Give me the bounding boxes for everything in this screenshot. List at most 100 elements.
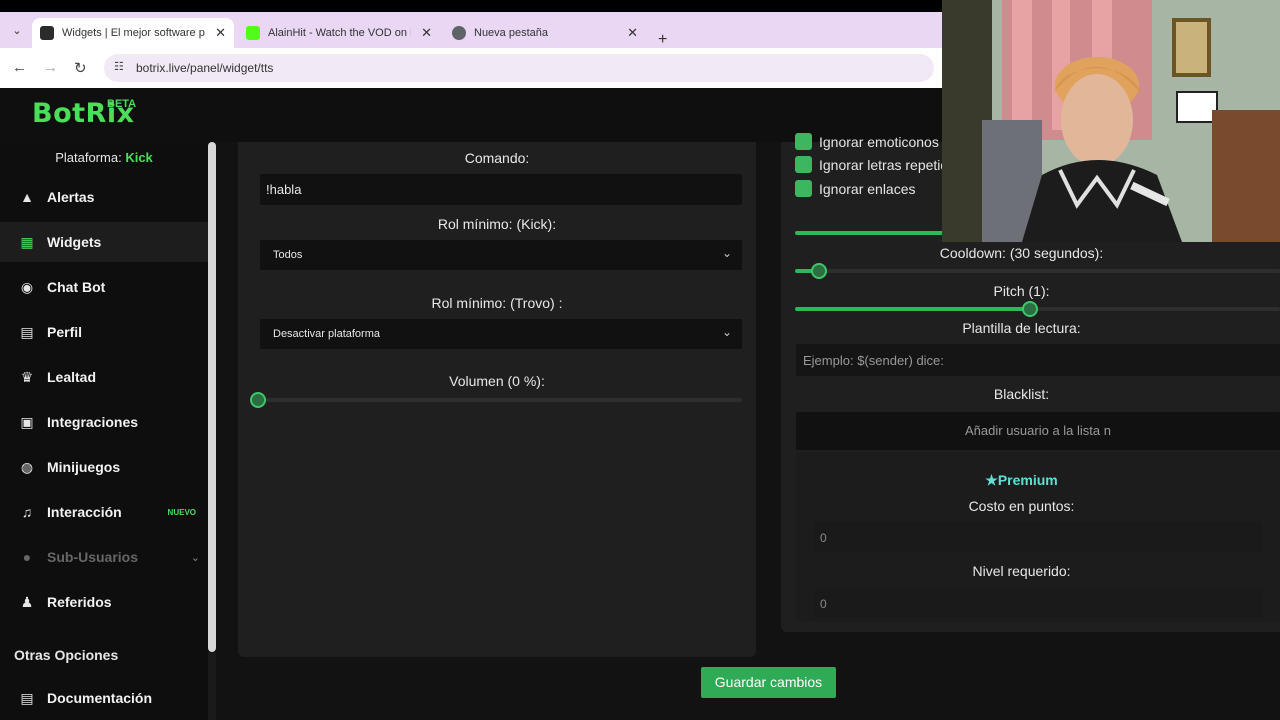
sidebar-scrollbar[interactable] [208, 142, 216, 652]
ignore-emotes-label: Ignorar emoticonos [819, 134, 939, 150]
url-text[interactable]: botrix.live/panel/widget/tts [136, 61, 273, 75]
close-tab-icon[interactable]: ✕ [421, 25, 432, 41]
sidebar-item-integraciones[interactable]: ▣ Integraciones [0, 402, 208, 442]
users-icon: ♟ [20, 593, 34, 610]
sidebar-item-documentacion[interactable]: ▤ Documentación [0, 678, 208, 718]
sidebar-item-label: Sub-Usuarios [47, 549, 139, 565]
robot-icon: ◉ [20, 278, 34, 295]
sidebar-item-label: Lealtad [47, 369, 97, 385]
document-icon: ▤ [20, 689, 34, 706]
save-changes-button[interactable]: Guardar cambios [701, 667, 836, 698]
role-kick-select[interactable]: Todos ⌄ [260, 240, 742, 270]
template-input[interactable]: Ejemplo: $(sender) dice: [796, 344, 1280, 376]
address-bar[interactable]: ☷ botrix.live/panel/widget/tts [104, 54, 934, 82]
section-title-otras-opciones: Otras Opciones [14, 647, 119, 663]
sidebar-item-minijuegos[interactable]: ◍ Minijuegos [0, 447, 208, 487]
volume-slider-track[interactable] [260, 398, 742, 402]
new-tab-button[interactable]: + [658, 31, 667, 49]
command-input[interactable]: !habla [260, 174, 742, 205]
chevron-down-icon: ⌄ [721, 325, 732, 339]
close-tab-icon[interactable]: ✕ [627, 25, 638, 41]
profile-card-icon: ▤ [20, 323, 34, 340]
role-trovo-label: Rol mínimo: (Trovo) : [431, 295, 563, 311]
sidebar-item-label: Interacción [47, 504, 122, 520]
cooldown-slider-thumb[interactable] [811, 263, 827, 279]
platform-label: Plataforma: [55, 150, 122, 165]
sidebar-item-referidos[interactable]: ♟ Referidos [0, 582, 208, 622]
site-info-icon[interactable]: ☷ [114, 60, 124, 73]
integrations-icon: ▣ [20, 413, 34, 430]
webcam-overlay [942, 0, 1280, 242]
sidebar-item-interaccion[interactable]: ♫ Interacción NUEVO [0, 492, 208, 532]
command-value: !habla [266, 182, 302, 197]
cooldown-slider-track[interactable] [795, 269, 1280, 273]
botrix-favicon-icon [40, 26, 54, 40]
reload-icon[interactable]: ↻ [74, 59, 87, 77]
sidebar: Plataforma: Kick ▲ Alertas ▦ Widgets ◉ C… [0, 142, 216, 720]
sidebar-item-lealtad[interactable]: ♛ Lealtad [0, 357, 208, 397]
ignore-emotes-checkbox[interactable] [795, 133, 812, 150]
template-label: Plantilla de lectura: [962, 320, 1081, 336]
chevron-down-icon: ⌄ [721, 246, 732, 260]
cost-input[interactable]: 0 [814, 522, 1262, 552]
level-input[interactable]: 0 [814, 588, 1262, 618]
pitch-slider-thumb[interactable] [1022, 301, 1038, 317]
volume-label: Volumen (0 %): [449, 373, 545, 389]
sidebar-item-widgets[interactable]: ▦ Widgets [0, 222, 208, 262]
sidebar-item-label: Perfil [47, 324, 83, 340]
forward-icon[interactable]: → [43, 59, 58, 76]
widgets-icon: ▦ [20, 233, 34, 250]
role-trovo-select[interactable]: Desactivar plataforma ⌄ [260, 319, 742, 349]
ignore-links-label: Ignorar enlaces [819, 181, 916, 197]
role-kick-label: Rol mínimo: (Kick): [437, 216, 557, 232]
premium-heading: ★Premium [781, 472, 1262, 489]
sidebar-item-chat-bot[interactable]: ◉ Chat Bot [0, 267, 208, 307]
sidebar-item-label: Chat Bot [47, 279, 106, 295]
role-kick-value: Todos [273, 249, 303, 261]
browser-tab-kick[interactable]: AlainHit - Watch the VOD on Kick ✕ [238, 18, 440, 48]
browser-toolbar: ← → ↻ ☷ botrix.live/panel/widget/tts [0, 48, 942, 88]
ignore-links-checkbox[interactable] [795, 180, 812, 197]
blacklist-label: Blacklist: [993, 386, 1050, 402]
platform-value: Kick [125, 150, 153, 165]
cost-value: 0 [820, 531, 827, 545]
pitch-slider-fill [795, 307, 1030, 311]
premium-label: Premium [997, 472, 1058, 488]
tts-settings-left-panel: Comando: !habla Rol mínimo: (Kick): Todo… [238, 142, 756, 657]
pitch-label: Pitch (1): [993, 283, 1050, 299]
blacklist-placeholder: Añadir usuario a la lista n [965, 423, 1111, 438]
close-tab-icon[interactable]: ✕ [215, 25, 226, 41]
role-trovo-value: Desactivar plataforma [273, 328, 380, 340]
sidebar-item-perfil[interactable]: ▤ Perfil [0, 312, 208, 352]
browser-tab-new[interactable]: Nueva pestaña ✕ [444, 18, 646, 48]
sidebar-item-sub-usuarios[interactable]: ● Sub-Usuarios ⌄ [0, 537, 208, 577]
chrome-favicon-icon [452, 26, 466, 40]
platform-indicator[interactable]: Plataforma: Kick [0, 150, 208, 165]
tab-title: Widgets | El mejor software para [62, 27, 205, 39]
sidebar-item-label: Widgets [47, 234, 102, 250]
ignore-repeated-letters-checkbox[interactable] [795, 156, 812, 173]
tab-list-button[interactable]: ⌄ [8, 22, 26, 40]
back-icon[interactable]: ← [12, 59, 27, 76]
volume-slider-thumb[interactable] [250, 392, 266, 408]
template-placeholder: Ejemplo: $(sender) dice: [803, 353, 944, 368]
beta-badge: BETA [107, 98, 137, 110]
screen: ⌄ Widgets | El mejor software para ✕ Ala… [0, 0, 1280, 720]
sidebar-item-label: Documentación [47, 690, 153, 706]
sidebar-item-label: Alertas [47, 189, 95, 205]
browser-tab-widgets[interactable]: Widgets | El mejor software para ✕ [32, 18, 234, 48]
trophy-icon: ♛ [20, 368, 34, 385]
chevron-down-icon: ⌄ [190, 551, 200, 564]
sidebar-item-alertas[interactable]: ▲ Alertas [0, 177, 208, 217]
sub-users-icon: ● [22, 549, 32, 565]
tab-title: AlainHit - Watch the VOD on Kick [268, 27, 411, 39]
star-icon: ★ [985, 472, 998, 488]
level-value: 0 [820, 597, 827, 611]
sidebar-item-label: Integraciones [47, 414, 139, 430]
cooldown-label: Cooldown: (30 segundos): [939, 245, 1104, 261]
gamepad-icon: ◍ [20, 458, 34, 475]
blacklist-input[interactable]: Añadir usuario a la lista n [796, 412, 1280, 450]
command-label: Comando: [464, 150, 530, 166]
sidebar-scroll-track [208, 652, 216, 720]
new-badge: NUEVO [167, 507, 196, 517]
